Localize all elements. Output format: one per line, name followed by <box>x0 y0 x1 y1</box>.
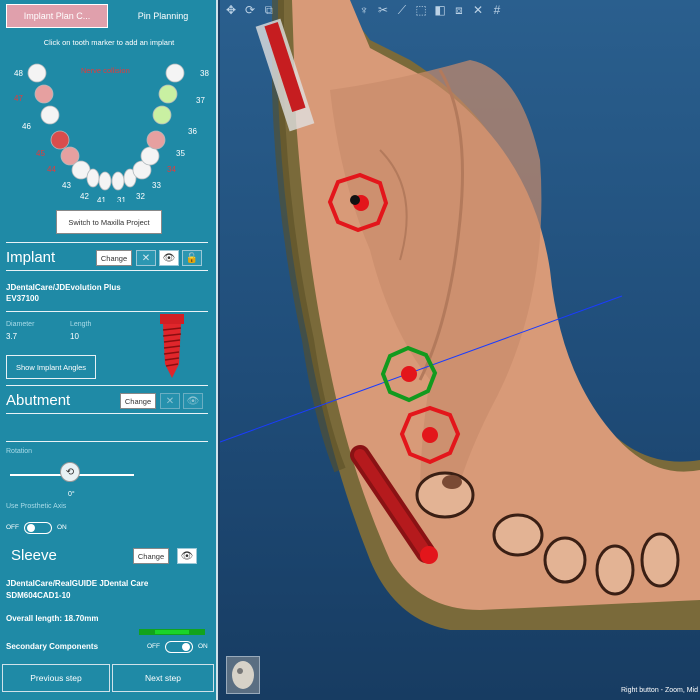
mandible-model <box>220 0 700 630</box>
tooth-number-32: 32 <box>136 192 145 201</box>
secondary-components-label: Secondary Components <box>6 642 99 651</box>
rotation-dial-icon[interactable]: ⟲ <box>60 462 80 482</box>
tooth-number-45: 45 <box>36 149 45 158</box>
secondary-on-label: ON <box>198 643 208 650</box>
tooth-number-43: 43 <box>62 181 71 190</box>
length-value: 10 <box>70 332 79 341</box>
nerve-collision-label: Nerve collision <box>81 66 130 75</box>
divider <box>6 385 208 386</box>
diameter-label: Diameter <box>6 321 35 328</box>
eye-icon[interactable]: 👁 <box>159 250 179 266</box>
tooth-46[interactable] <box>40 105 60 125</box>
tooth-35[interactable] <box>146 130 166 150</box>
tab-implant-plan[interactable]: Implant Plan C... <box>6 4 108 28</box>
tooth-number-41: 41 <box>97 196 106 202</box>
prosthetic-axis-toggle[interactable] <box>24 522 52 534</box>
sleeve-change-button[interactable]: Change <box>133 548 169 564</box>
tooth-34[interactable] <box>140 146 160 166</box>
divider <box>6 441 208 442</box>
tooth-number-31: 31 <box>117 196 126 202</box>
tooth-48[interactable] <box>27 63 47 83</box>
tooth-38[interactable] <box>165 63 185 83</box>
divider <box>6 311 208 312</box>
secondary-components-toggle[interactable] <box>165 641 193 653</box>
tooth-number-35: 35 <box>176 149 185 158</box>
model-thumbnail[interactable] <box>226 656 260 694</box>
eye-icon[interactable]: 👁 <box>177 548 197 564</box>
3d-viewport[interactable]: ✥⟳⧉☠↶▭⌖♆✂⟋⬚◧⧈✕# <box>220 0 700 700</box>
tooth-number-38: 38 <box>200 69 209 78</box>
implant-title: Implant <box>6 249 56 266</box>
implant-code: EV37100 <box>6 294 39 303</box>
tooth-number-46: 46 <box>22 122 31 131</box>
tab-bar: Implant Plan C... Pin Planning <box>4 4 214 30</box>
implant-icon <box>160 314 184 378</box>
tooth-number-36: 36 <box>188 127 197 136</box>
lock-icon[interactable]: 🔓 <box>182 250 202 266</box>
tooth-number-44: 44 <box>47 165 56 174</box>
tooth-number-48: 48 <box>14 69 23 78</box>
tooth-number-33: 33 <box>152 181 161 190</box>
abutment-title: Abutment <box>6 392 71 409</box>
secondary-off-label: OFF <box>147 643 160 650</box>
tooth-number-42: 42 <box>80 192 89 201</box>
close-icon[interactable]: ✕ <box>136 250 156 266</box>
tooth-36[interactable] <box>152 105 172 125</box>
rotation-label: Rotation <box>6 448 33 455</box>
eye-icon[interactable]: 👁 <box>183 393 203 409</box>
left-panel: Implant Plan C... Pin Planning Click on … <box>0 0 218 700</box>
overall-length: Overall length: 18.70mm <box>6 614 99 623</box>
tooth-42[interactable] <box>86 168 100 188</box>
axis-on-label: ON <box>57 524 67 531</box>
abutment-change-button[interactable]: Change <box>120 393 156 409</box>
tooth-47[interactable] <box>34 84 54 104</box>
show-implant-angles-button[interactable]: Show Implant Angles <box>6 355 96 379</box>
tooth-41[interactable] <box>98 171 112 191</box>
close-icon[interactable]: ✕ <box>160 393 180 409</box>
divider <box>6 270 208 271</box>
next-step-button[interactable]: Next step <box>112 664 214 692</box>
tooth-number-37: 37 <box>196 96 205 105</box>
tooth-number-47: 47 <box>14 94 23 103</box>
switch-maxilla-button[interactable]: Switch to Maxilla Project <box>56 210 162 234</box>
sleeve-code: SDM604CAD1-10 <box>6 591 71 600</box>
sleeve-brand: JDentalCare/RealGUIDE JDental Care <box>6 579 149 588</box>
axis-off-label: OFF <box>6 524 19 531</box>
prosthetic-axis-label: Use Prosthetic Axis <box>6 503 67 510</box>
implant-change-button[interactable]: Change <box>96 250 132 266</box>
sleeve-length-bar <box>139 629 205 635</box>
tooth-45[interactable] <box>50 130 70 150</box>
status-bar: Right button - Zoom, Mid <box>620 687 698 694</box>
previous-step-button[interactable]: Previous step <box>2 664 110 692</box>
tooth-chart: Nerve collision 48 47 46 4544 43 42 41 31 32 33 34… <box>14 63 209 202</box>
diameter-value: 3.7 <box>6 332 18 341</box>
chart-instruction: Click on tooth marker to add an implant <box>43 38 175 47</box>
tooth-31[interactable] <box>111 171 125 191</box>
rotation-value: 0° <box>68 491 75 498</box>
tooth-37[interactable] <box>158 84 178 104</box>
divider <box>6 242 208 243</box>
tooth-number-34: 34 <box>167 165 176 174</box>
sleeve-title: Sleeve <box>11 547 57 564</box>
tab-pin-planning[interactable]: Pin Planning <box>112 4 214 28</box>
length-label: Length <box>70 321 92 328</box>
implant-brand: JDentalCare/JDEvolution Plus <box>6 283 121 292</box>
divider <box>6 413 208 414</box>
